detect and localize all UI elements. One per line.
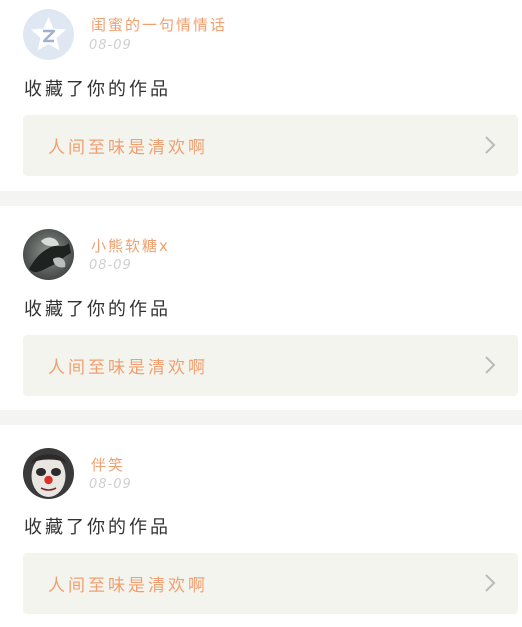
notification-card: 闺蜜的一句情情话 08-09 收藏了你的作品 人间至味是清欢啊 — [0, 0, 522, 191]
work-title: 人间至味是清欢啊 — [48, 138, 208, 158]
username[interactable]: 闺蜜的一句情情话 — [91, 14, 227, 35]
notification-card: 小熊软糖x 08-09 收藏了你的作品 人间至味是清欢啊 — [0, 206, 522, 410]
action-text: 收藏了你的作品 — [24, 299, 171, 320]
post-date: 08-09 — [89, 477, 132, 492]
work-link[interactable]: 人间至味是清欢啊 — [23, 335, 518, 396]
action-text: 收藏了你的作品 — [24, 517, 171, 538]
notification-card: 伴笑 08-09 收藏了你的作品 人间至味是清欢啊 — [0, 425, 522, 627]
work-title: 人间至味是清欢啊 — [48, 576, 208, 596]
username[interactable]: 伴笑 — [91, 454, 125, 475]
avatar[interactable] — [23, 229, 74, 280]
chevron-right-icon — [485, 356, 496, 374]
work-link[interactable]: 人间至味是清欢啊 — [23, 553, 518, 614]
post-date: 08-09 — [89, 38, 132, 53]
notification-feed: 闺蜜的一句情情话 08-09 收藏了你的作品 人间至味是清欢啊 小熊软糖x 08… — [0, 0, 522, 627]
work-link[interactable]: 人间至味是清欢啊 — [23, 115, 518, 176]
work-title: 人间至味是清欢啊 — [48, 358, 208, 378]
flower-photo-avatar — [23, 229, 74, 280]
qzone-star-icon — [23, 9, 74, 60]
action-text: 收藏了你的作品 — [24, 79, 171, 100]
clown-face-avatar — [23, 448, 74, 499]
chevron-right-icon — [485, 136, 496, 154]
chevron-right-icon — [485, 574, 496, 592]
avatar[interactable] — [23, 9, 74, 60]
post-date: 08-09 — [89, 258, 132, 273]
avatar[interactable] — [23, 448, 74, 499]
username[interactable]: 小熊软糖x — [91, 235, 170, 256]
